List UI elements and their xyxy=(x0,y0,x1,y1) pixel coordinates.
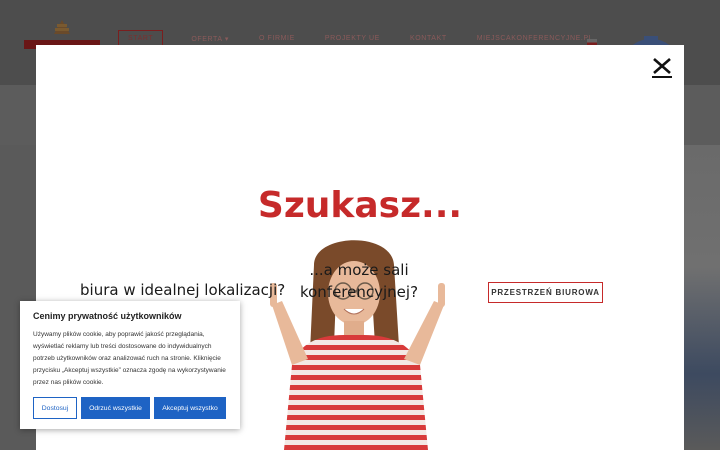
cookie-text: Używamy plików cookie, aby poprawić jako… xyxy=(33,331,226,386)
office-question: biura w idealnej lokalizacji? xyxy=(80,281,286,299)
nav-oferta[interactable]: OFERTA ▾ xyxy=(191,35,229,43)
popup-title: Szukasz... xyxy=(257,185,463,226)
background-photo xyxy=(684,145,720,450)
cookie-accept-button[interactable]: Akceptuj wszystko xyxy=(154,397,226,419)
close-icon[interactable] xyxy=(650,57,674,79)
cookie-reject-button[interactable]: Odrzuć wszystkie xyxy=(81,397,150,419)
cookie-buttons: Dostosuj Odrzuć wszystkie Akceptuj wszys… xyxy=(33,397,226,419)
cookie-customize-button[interactable]: Dostosuj xyxy=(33,397,77,419)
conference-question: ...a może sali konferencyjnej? xyxy=(299,261,419,301)
cookie-banner: Cenimy prywatność użytkowników Używamy p… xyxy=(20,301,240,429)
cookie-title: Cenimy prywatność użytkowników xyxy=(33,311,182,321)
nav-miejsca-konferencyjne[interactable]: MIEJSCAKONFERENCYJNE.PL xyxy=(477,35,594,42)
office-space-button[interactable]: PRZESTRZEŃ BIUROWA xyxy=(488,282,603,303)
nav-projekty-ue[interactable]: PROJEKTY UE xyxy=(325,35,380,42)
nav-kontakt[interactable]: KONTAKT xyxy=(410,35,447,42)
nav-o-firmie[interactable]: O FIRMIE xyxy=(259,35,295,42)
